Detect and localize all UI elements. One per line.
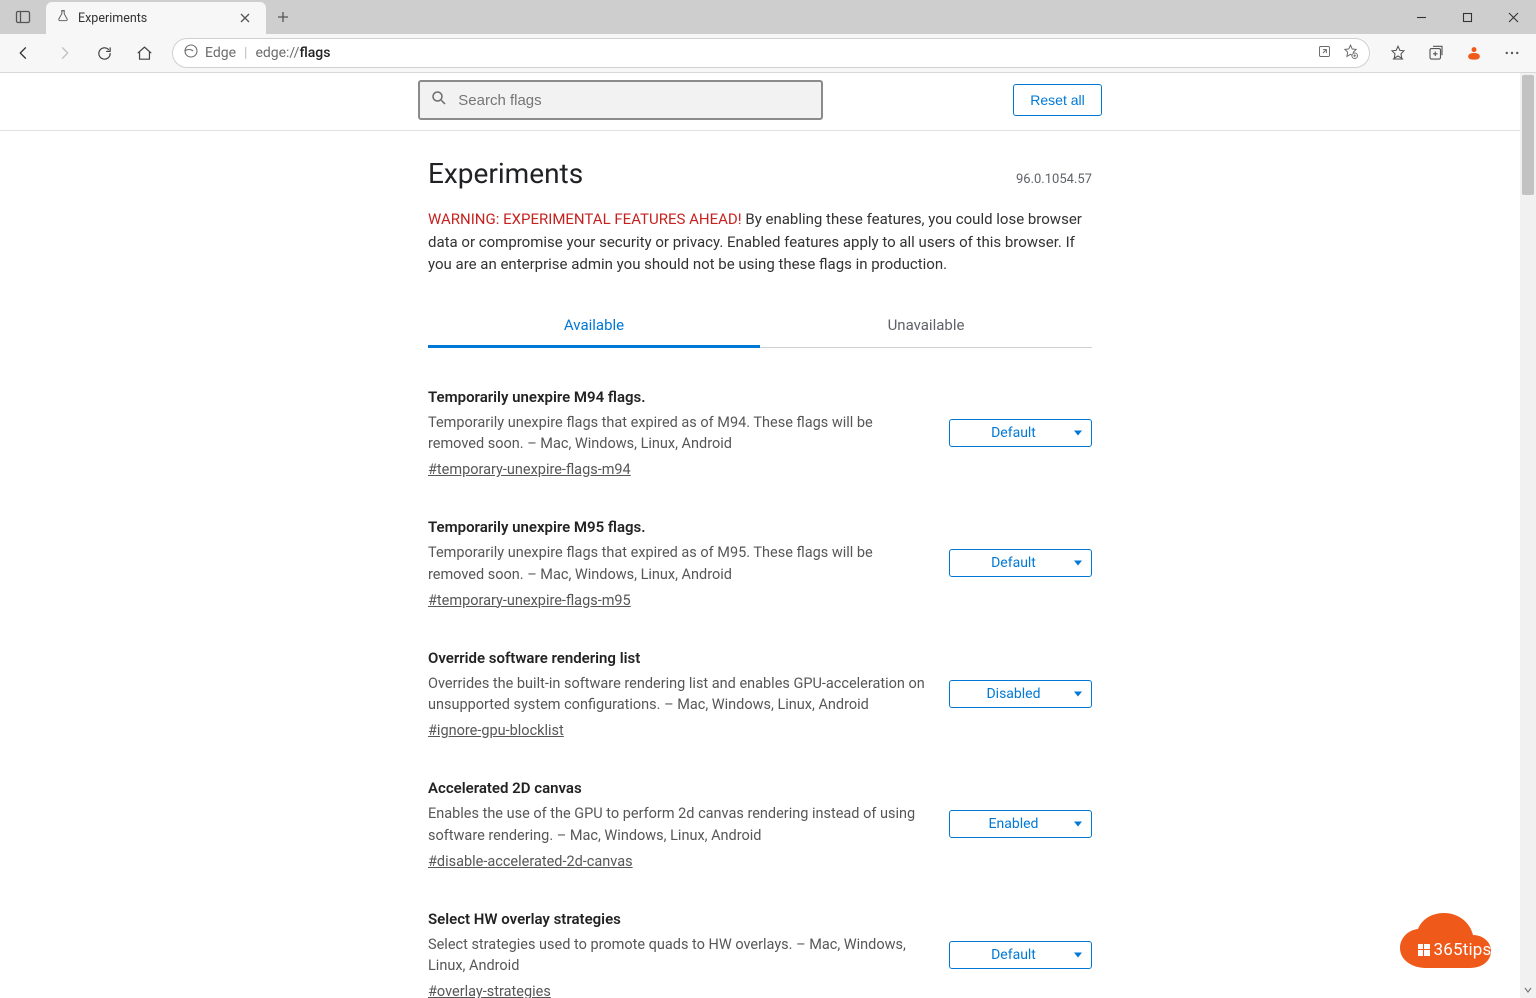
star-add-icon[interactable]: [1342, 43, 1359, 64]
search-flags-box[interactable]: [418, 80, 823, 120]
forward-button[interactable]: [46, 37, 82, 69]
warning-text: WARNING: EXPERIMENTAL FEATURES AHEAD! By…: [428, 208, 1092, 276]
flask-icon: [56, 9, 70, 27]
flag-item: Select HW overlay strategies Select stra…: [428, 870, 1092, 998]
flag-anchor-link[interactable]: #temporary-unexpire-flags-m94: [428, 461, 931, 478]
flag-value-select[interactable]: Disabled: [949, 680, 1092, 708]
flag-anchor-link[interactable]: #disable-accelerated-2d-canvas: [428, 853, 931, 870]
tab-strip: Experiments: [0, 0, 1536, 34]
open-external-icon[interactable]: [1317, 44, 1332, 63]
flag-description: Select strategies used to promote quads …: [428, 934, 931, 978]
toolbar: Edge | edge://flags: [0, 34, 1536, 73]
flag-description: Temporarily unexpire flags that expired …: [428, 542, 931, 586]
reset-all-button[interactable]: Reset all: [1013, 84, 1101, 116]
address-separator: |: [244, 45, 247, 61]
flag-value-select[interactable]: Default: [949, 419, 1092, 447]
scrollbar-arrow-down-icon[interactable]: [1522, 983, 1534, 997]
home-button[interactable]: [126, 37, 162, 69]
windows-icon: [1418, 941, 1430, 953]
watermark-badge: 365tips: [1396, 912, 1514, 980]
flag-item: Temporarily unexpire M94 flags. Temporar…: [428, 348, 1092, 479]
vertical-tabs-button[interactable]: [9, 3, 37, 31]
collections-button[interactable]: [1418, 37, 1454, 69]
page-title: Experiments: [428, 157, 583, 190]
back-button[interactable]: [6, 37, 42, 69]
flag-item: Accelerated 2D canvas Enables the use of…: [428, 739, 1092, 870]
flag-title: Select HW overlay strategies: [428, 910, 931, 928]
close-tab-button[interactable]: [234, 7, 256, 29]
address-url: edge://flags: [255, 45, 330, 61]
flag-value-select[interactable]: Default: [949, 549, 1092, 577]
flags-tabs: Available Unavailable: [428, 304, 1092, 348]
active-tab[interactable]: Experiments: [46, 2, 266, 34]
flag-description: Overrides the built-in software renderin…: [428, 673, 931, 717]
flag-item: Override software rendering list Overrid…: [428, 609, 1092, 740]
tab-title: Experiments: [78, 11, 226, 26]
flag-value-select[interactable]: Default: [949, 941, 1092, 969]
flag-description: Temporarily unexpire flags that expired …: [428, 412, 931, 456]
more-menu-button[interactable]: [1494, 37, 1530, 69]
new-tab-button[interactable]: [266, 0, 300, 34]
tab-unavailable[interactable]: Unavailable: [760, 304, 1092, 347]
favorites-button[interactable]: [1380, 37, 1416, 69]
version-label: 96.0.1054.57: [1016, 172, 1092, 187]
page-content: Reset all Experiments 96.0.1054.57 WARNI…: [0, 73, 1520, 998]
flag-anchor-link[interactable]: #overlay-strategies: [428, 983, 931, 998]
address-bar[interactable]: Edge | edge://flags: [172, 38, 1370, 68]
window-close-button[interactable]: [1490, 0, 1536, 34]
tab-available[interactable]: Available: [428, 304, 760, 348]
edge-icon: [183, 43, 199, 63]
flag-title: Accelerated 2D canvas: [428, 779, 931, 797]
reload-button[interactable]: [86, 37, 122, 69]
flag-description: Enables the use of the GPU to perform 2d…: [428, 803, 931, 847]
window-maximize-button[interactable]: [1444, 0, 1490, 34]
flag-anchor-link[interactable]: #temporary-unexpire-flags-m95: [428, 592, 931, 609]
flag-anchor-link[interactable]: #ignore-gpu-blocklist: [428, 722, 931, 739]
scrollbar-thumb[interactable]: [1522, 75, 1534, 195]
search-icon: [430, 89, 448, 111]
vertical-scrollbar[interactable]: [1520, 73, 1536, 998]
flag-title: Temporarily unexpire M94 flags.: [428, 388, 931, 406]
profile-avatar[interactable]: [1456, 37, 1492, 69]
flag-title: Override software rendering list: [428, 649, 931, 667]
window-minimize-button[interactable]: [1398, 0, 1444, 34]
flag-value-select[interactable]: Enabled: [949, 810, 1092, 838]
address-prefix: Edge: [205, 45, 236, 61]
search-flags-input[interactable]: [458, 92, 811, 109]
flag-title: Temporarily unexpire M95 flags.: [428, 518, 931, 536]
flag-item: Temporarily unexpire M95 flags. Temporar…: [428, 478, 1092, 609]
